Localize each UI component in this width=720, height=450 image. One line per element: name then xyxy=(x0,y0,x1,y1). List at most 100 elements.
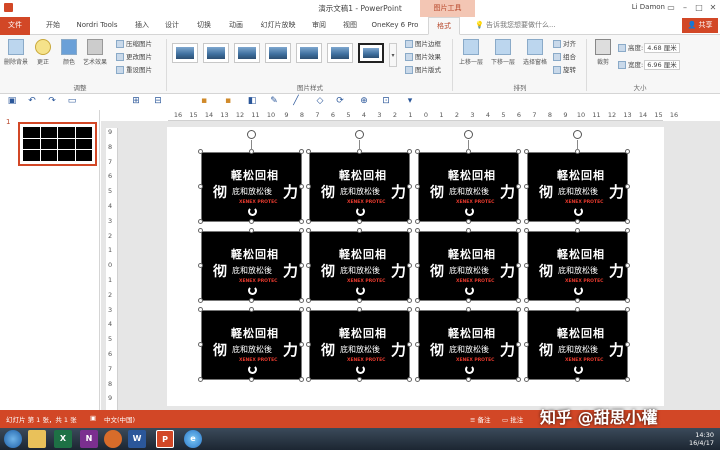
tab-format[interactable]: 格式 xyxy=(428,17,460,35)
resize-handle[interactable] xyxy=(306,342,311,347)
resize-handle[interactable] xyxy=(625,377,630,382)
resize-handle[interactable] xyxy=(407,298,412,303)
gallery-more-icon[interactable]: ▾ xyxy=(389,43,397,67)
picture-style-3[interactable] xyxy=(234,43,260,63)
save-icon[interactable]: ▣ xyxy=(6,95,18,107)
eyedropper-icon[interactable]: ✎ xyxy=(268,95,280,107)
resize-handle[interactable] xyxy=(299,298,304,303)
picture-card[interactable]: 軽松回相彻底和放松後 力 XENEX PROTEC xyxy=(201,152,302,222)
crop-tool-icon[interactable]: ⊡ xyxy=(380,95,392,107)
picture-card[interactable]: 軽松回相彻底和放松後 力 XENEX PROTEC xyxy=(309,152,410,222)
resize-handle[interactable] xyxy=(306,184,311,189)
resize-handle[interactable] xyxy=(248,298,254,303)
comments-button[interactable]: ▭ 批注 xyxy=(502,414,523,424)
resize-handle[interactable] xyxy=(625,342,630,347)
resize-handle[interactable] xyxy=(198,263,203,268)
resize-handle[interactable] xyxy=(299,149,304,154)
resize-handle[interactable] xyxy=(248,377,254,382)
resize-handle[interactable] xyxy=(574,298,580,303)
resize-handle[interactable] xyxy=(356,307,362,312)
present-icon[interactable]: ▭ xyxy=(66,95,78,107)
picture-card[interactable]: 軽松回相彻底和放松後 力 XENEX PROTEC xyxy=(418,231,519,301)
maximize-button[interactable]: □ xyxy=(692,2,706,14)
resize-handle[interactable] xyxy=(625,184,630,189)
resize-handle[interactable] xyxy=(574,219,580,224)
rotation-handle-icon[interactable] xyxy=(573,130,582,139)
resize-handle[interactable] xyxy=(198,184,203,189)
onenote-icon[interactable]: N xyxy=(80,430,98,448)
height-field[interactable]: 高度: 4.68 厘米 xyxy=(618,43,680,54)
tab-animations[interactable]: 动画 xyxy=(222,17,250,35)
horizontal-ruler[interactable]: 16 15 14 13 12 11 10 9 8 7 6 5 4 3 2 1 0 1 2 3 4 5 6 7 8 9 10 11 12 1… xyxy=(168,110,678,121)
picture-card[interactable]: 軽松回相彻底和放松後 力 XENEX PROTEC xyxy=(201,310,302,380)
resize-handle[interactable] xyxy=(198,219,203,224)
resize-handle[interactable] xyxy=(516,149,521,154)
height-value[interactable]: 4.68 厘米 xyxy=(644,43,680,53)
resize-handle[interactable] xyxy=(198,377,203,382)
resize-handle[interactable] xyxy=(306,298,311,303)
vertical-ruler[interactable]: 9 8 7 6 5 4 3 2 1 0 1 2 3 4 5 6 7 8 9 xyxy=(106,128,118,410)
resize-handle[interactable] xyxy=(407,149,412,154)
picture-layout-button[interactable]: 图片版式 xyxy=(405,65,441,76)
picture-style-6[interactable] xyxy=(327,43,353,63)
rotation-handle-icon[interactable] xyxy=(247,130,256,139)
picture-card[interactable]: 軽松回相彻底和放松後 力 XENEX PROTEC xyxy=(527,231,628,301)
change-picture-button[interactable]: 更改图片 xyxy=(116,52,152,63)
resize-handle[interactable] xyxy=(415,184,420,189)
resize-handle[interactable] xyxy=(306,263,311,268)
tab-onekey[interactable]: OneKey 6 Pro xyxy=(367,17,423,35)
resize-handle[interactable] xyxy=(516,298,521,303)
resize-handle[interactable] xyxy=(198,149,203,154)
notes-button[interactable]: ≡ 备注 xyxy=(470,414,491,424)
undo-icon[interactable]: ↶ xyxy=(26,95,38,107)
send-backward-button[interactable]: 下移一层 xyxy=(488,39,518,66)
resize-handle[interactable] xyxy=(407,228,412,233)
resize-handle[interactable] xyxy=(407,377,412,382)
resize-handle[interactable] xyxy=(465,307,471,312)
user-name[interactable]: Li Damon xyxy=(632,3,665,11)
resize-handle[interactable] xyxy=(306,228,311,233)
clock[interactable]: 14:30 16/4/17 xyxy=(689,431,714,447)
resize-handle[interactable] xyxy=(306,149,311,154)
resize-handle[interactable] xyxy=(465,298,471,303)
tab-view[interactable]: 视图 xyxy=(336,17,364,35)
picture-card[interactable]: 軽松回相彻底和放松後 力 XENEX PROTEC xyxy=(418,152,519,222)
language[interactable]: 中文(中国) xyxy=(104,414,135,424)
resize-handle[interactable] xyxy=(198,307,203,312)
resize-handle[interactable] xyxy=(516,228,521,233)
resize-handle[interactable] xyxy=(574,228,580,233)
picture-card[interactable]: 軽松回相彻底和放松後 力 XENEX PROTEC xyxy=(309,231,410,301)
slide-thumbnail[interactable] xyxy=(18,122,97,166)
picture-style-4[interactable] xyxy=(265,43,291,63)
resize-handle[interactable] xyxy=(407,184,412,189)
resize-handle[interactable] xyxy=(516,219,521,224)
ribbon-display-icon[interactable]: ▭ xyxy=(664,2,678,14)
resize-handle[interactable] xyxy=(299,263,304,268)
slide-canvas[interactable]: 軽松回相彻底和放松後力 XENEX PROTEC 軽松回相彻底和放松後力 XENEX … xyxy=(167,127,664,406)
resize-handle[interactable] xyxy=(465,228,471,233)
share-button[interactable]: 👤 共享 xyxy=(682,18,718,33)
resize-handle[interactable] xyxy=(524,184,529,189)
resize-handle[interactable] xyxy=(465,377,471,382)
resize-handle[interactable] xyxy=(198,298,203,303)
word-icon[interactable]: W xyxy=(128,430,146,448)
width-value[interactable]: 6.96 厘米 xyxy=(644,60,680,70)
resize-handle[interactable] xyxy=(407,342,412,347)
tab-review[interactable]: 审阅 xyxy=(305,17,333,35)
resize-handle[interactable] xyxy=(524,263,529,268)
resize-handle[interactable] xyxy=(415,307,420,312)
redo-icon[interactable]: ↷ xyxy=(46,95,58,107)
resize-handle[interactable] xyxy=(415,377,420,382)
tab-insert[interactable]: 插入 xyxy=(128,17,156,35)
resize-handle[interactable] xyxy=(415,298,420,303)
picture-style-1[interactable] xyxy=(172,43,198,63)
spellcheck-icon[interactable]: ▣ xyxy=(90,414,96,422)
resize-handle[interactable] xyxy=(516,377,521,382)
resize-handle[interactable] xyxy=(356,377,362,382)
resize-handle[interactable] xyxy=(574,377,580,382)
resize-handle[interactable] xyxy=(415,219,420,224)
shape-icon[interactable]: ◇ xyxy=(314,95,326,107)
resize-handle[interactable] xyxy=(356,219,362,224)
resize-handle[interactable] xyxy=(625,263,630,268)
align-left-icon[interactable]: ⊞ xyxy=(130,95,142,107)
